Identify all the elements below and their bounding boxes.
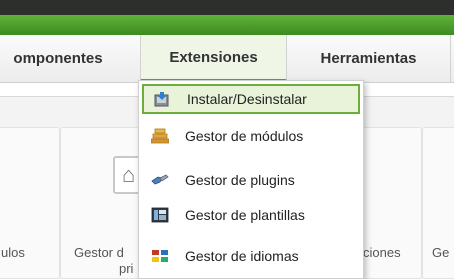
- cpanel-tile-ge[interactable]: Ge: [422, 127, 454, 279]
- main-menu-bar: omponentes Extensiones Herramientas: [0, 35, 454, 83]
- menu-item-gestor-plugins[interactable]: Gestor de plugins: [142, 165, 360, 195]
- menu-item-gestor-plantillas[interactable]: Gestor de plantillas: [142, 200, 360, 230]
- tile-label: Gestor d: [74, 245, 124, 260]
- tile-label: ciones: [363, 245, 401, 260]
- menu-item-instalar-desinstalar[interactable]: Instalar/Desinstalar: [142, 84, 360, 114]
- menu-item-label: Gestor de idiomas: [185, 248, 299, 264]
- menu-extensiones[interactable]: Extensiones: [140, 35, 287, 83]
- header-green-bar: [0, 15, 454, 35]
- menu-componentes[interactable]: omponentes: [0, 35, 138, 82]
- modules-icon: [150, 128, 170, 144]
- menu-item-gestor-modulos[interactable]: Gestor de módulos: [142, 121, 360, 151]
- menu-item-gestor-idiomas[interactable]: Gestor de idiomas: [142, 241, 360, 271]
- tile-label-line2: pri: [119, 261, 134, 276]
- plugin-icon: [151, 172, 169, 188]
- menu-herramientas-label: Herramientas: [320, 50, 417, 67]
- cpanel-tile-modulos[interactable]: ulos: [0, 127, 60, 279]
- extensiones-dropdown-menu: Instalar/Desinstalar Gestor de módulos G…: [138, 80, 364, 279]
- menu-extensiones-label: Extensiones: [169, 48, 258, 66]
- menu-item-label: Gestor de plantillas: [185, 207, 305, 223]
- tile-label: ulos: [1, 245, 25, 260]
- admin-top-bar: [0, 0, 454, 15]
- cpanel-tile-gestor[interactable]: Gestor d pri: [60, 127, 140, 279]
- menu-componentes-label: omponentes: [13, 50, 103, 67]
- languages-icon: [151, 248, 169, 264]
- menu-item-label: Gestor de módulos: [185, 128, 304, 144]
- menu-herramientas[interactable]: Herramientas: [287, 35, 451, 82]
- menu-item-label: Instalar/Desinstalar: [187, 91, 307, 107]
- install-box-icon: [153, 91, 171, 107]
- tile-label: Ge: [432, 245, 450, 260]
- menu-item-label: Gestor de plugins: [185, 172, 295, 188]
- templates-icon: [151, 207, 169, 223]
